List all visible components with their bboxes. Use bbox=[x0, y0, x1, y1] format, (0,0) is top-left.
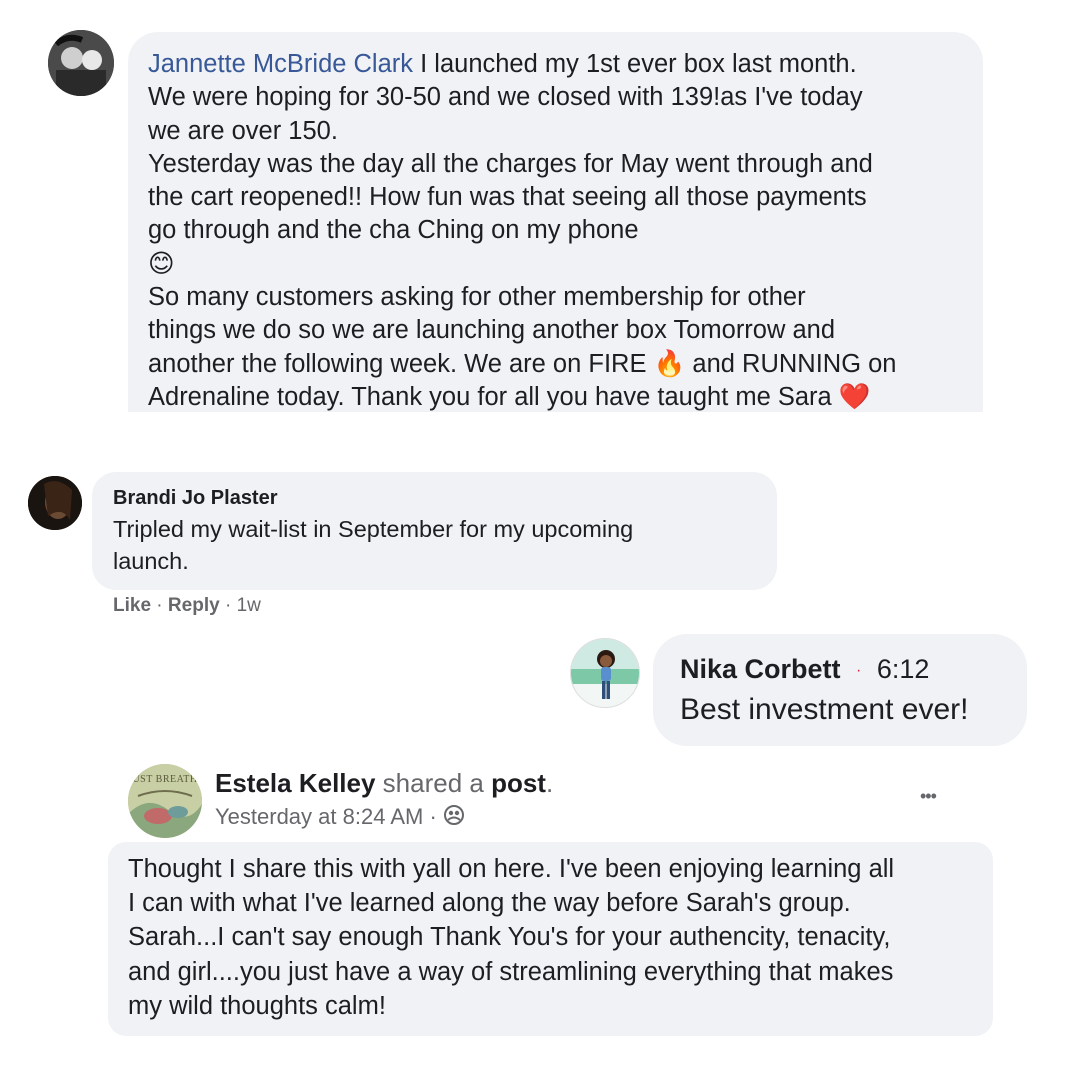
avatar-jannette[interactable] bbox=[48, 30, 114, 96]
avatar-nika-image bbox=[571, 639, 639, 707]
post-body-text: Thought I share this with yall on here. … bbox=[128, 855, 895, 1020]
author-brandi[interactable]: Brandi Jo Plaster bbox=[113, 485, 278, 511]
separator-dot: · bbox=[856, 661, 862, 679]
post-header: Estela Kelley shared a post. bbox=[215, 768, 554, 798]
heart-emoji: ❤️ bbox=[838, 382, 871, 411]
avatar-estela-text: UST BREATH bbox=[132, 774, 198, 785]
avatar-estela[interactable]: UST BREATH bbox=[128, 764, 202, 838]
group-privacy-icon bbox=[443, 804, 465, 833]
comment-time[interactable]: 1w bbox=[237, 595, 261, 616]
comment-bubble-nika bbox=[653, 634, 1027, 746]
more-options-icon[interactable]: ••• bbox=[920, 784, 937, 808]
comment-text-brandi: Tripled my wait-list in September for my… bbox=[113, 516, 634, 574]
comment-text-jannette: Jannette McBride Clark I launched my 1st… bbox=[148, 50, 897, 411]
comment-actions-brandi: Like · Reply · 1w bbox=[113, 595, 261, 616]
comment-time-nika[interactable]: 6:12 bbox=[877, 654, 930, 684]
avatar-nika[interactable] bbox=[570, 638, 640, 708]
author-jannette[interactable]: Jannette McBride Clark bbox=[148, 50, 413, 78]
post-meta: Yesterday at 8:24 AM · bbox=[215, 803, 465, 833]
avatar-jannette-image bbox=[48, 30, 114, 96]
crop-edge bbox=[0, 412, 1080, 458]
avatar-brandi[interactable] bbox=[28, 476, 82, 530]
like-link[interactable]: Like bbox=[113, 595, 151, 616]
comment-header-nika: Nika Corbett · 6:12 bbox=[680, 652, 929, 688]
reply-link[interactable]: Reply bbox=[168, 595, 220, 616]
post-timestamp[interactable]: Yesterday at 8:24 AM bbox=[215, 804, 423, 829]
smile-emoji: 😊 bbox=[148, 249, 175, 278]
fire-emoji: 🔥 bbox=[653, 349, 686, 378]
comment-text-nika: Best investment ever! bbox=[680, 693, 969, 726]
post-link[interactable]: post bbox=[491, 768, 546, 798]
author-nika[interactable]: Nika Corbett bbox=[680, 654, 841, 684]
author-estela[interactable]: Estela Kelley bbox=[215, 768, 375, 798]
avatar-brandi-image bbox=[28, 476, 82, 530]
